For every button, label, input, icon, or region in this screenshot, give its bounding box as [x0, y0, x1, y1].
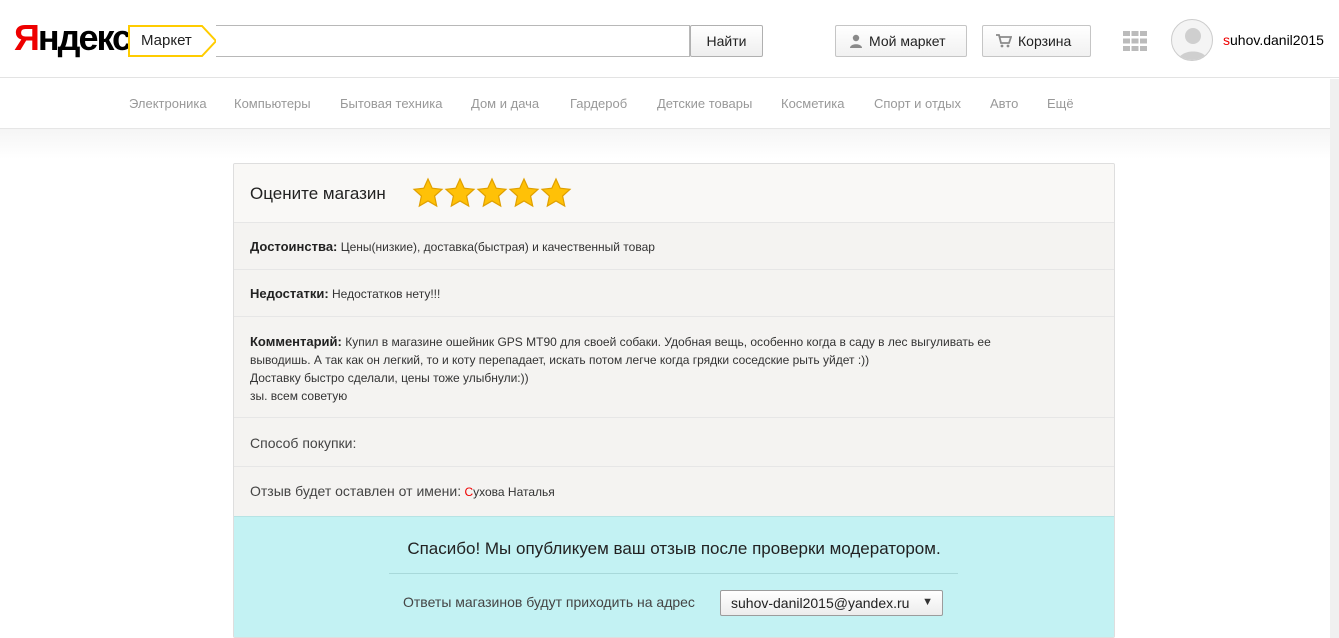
email-value: suhov-danil2015@yandex.ru [731, 595, 910, 611]
nav-item-cosmetics[interactable]: Косметика [781, 96, 844, 111]
nav-item-wardrobe[interactable]: Гардероб [570, 96, 627, 111]
email-select[interactable]: suhov-danil2015@yandex.ru ▼ [720, 590, 943, 616]
cart-icon [996, 34, 1012, 48]
star-icon[interactable] [540, 177, 572, 209]
star-icon[interactable] [508, 177, 540, 209]
cons-label: Недостатки: [250, 286, 329, 301]
cart-button[interactable]: Корзина [982, 25, 1091, 57]
dropdown-arrow-icon: ▼ [922, 596, 933, 608]
nav-item-more[interactable]: Ещё [1047, 96, 1074, 111]
nav-item-computers[interactable]: Компьютеры [234, 96, 311, 111]
author-row: Отзыв будет оставлен от имени: Сухова На… [234, 466, 1114, 516]
nav-item-appliances[interactable]: Бытовая техника [340, 96, 442, 111]
comment-line: Купил в магазине ошейник GPS MT90 для св… [345, 335, 991, 349]
review-card: Оцените магазин Достоинства: Цены(низкие… [233, 163, 1115, 638]
cart-label: Корзина [1018, 33, 1072, 49]
rate-label: Оцените магазин [250, 184, 386, 203]
comment-line: выводишь. А так как он легкий, то и коту… [250, 353, 870, 367]
pros-text: Цены(низкие), доставка(быстрая) и качест… [340, 240, 655, 254]
star-icon[interactable] [412, 177, 444, 209]
thanks-title: Спасибо! Мы опубликуем ваш отзыв после п… [407, 539, 941, 558]
thanks-panel: Спасибо! Мы опубликуем ваш отзыв после п… [234, 516, 1114, 637]
comment-line: зы. всем советую [250, 389, 348, 403]
comment-row: Комментарий: Купил в магазине ошейник GP… [234, 316, 1114, 417]
username-link[interactable]: suhov.danil2015 [1223, 32, 1324, 48]
pros-row: Достоинства: Цены(низкие), доставка(быст… [234, 222, 1114, 269]
rating-row: Оцените магазин [234, 164, 1114, 222]
cons-text: Недостатков нету!!! [332, 287, 441, 301]
nav-item-sport[interactable]: Спорт и отдых [874, 96, 961, 111]
search-input[interactable] [216, 25, 690, 57]
rating-stars[interactable] [412, 177, 572, 209]
address-label: Ответы магазинов будут приходить на адре… [403, 594, 695, 610]
nav-item-kids[interactable]: Детские товары [657, 96, 752, 111]
author-label: Отзыв будет оставлен от имени: [250, 483, 462, 499]
star-icon[interactable] [444, 177, 476, 209]
author-name[interactable]: Сухова Наталья [464, 485, 554, 499]
comment-line: Доставку быстро сделали, цены тоже улыбн… [250, 371, 529, 385]
cons-row: Недостатки: Недостатков нету!!! [234, 269, 1114, 316]
search-bar: Маркет Найти [128, 25, 763, 57]
search-tab-label[interactable]: Маркет [141, 32, 192, 49]
avatar[interactable] [1171, 19, 1213, 61]
scrollbar[interactable] [1330, 79, 1339, 638]
apps-grid-icon[interactable] [1123, 31, 1147, 51]
purchase-method-label: Способ покупки: [250, 435, 357, 451]
comment-label: Комментарий: [250, 334, 342, 349]
star-icon[interactable] [476, 177, 508, 209]
nav-item-electronics[interactable]: Электроника [129, 96, 207, 111]
user-icon [850, 34, 862, 48]
my-market-button[interactable]: Мой маркет [835, 25, 967, 57]
nav-item-auto[interactable]: Авто [990, 96, 1018, 111]
nav-item-home-garden[interactable]: Дом и дача [471, 96, 539, 111]
purchase-method-row: Способ покупки: [234, 417, 1114, 466]
category-nav: Электроника Компьютеры Бытовая техника Д… [0, 79, 1339, 129]
avatar-icon [1178, 28, 1208, 60]
my-market-label: Мой маркет [869, 33, 946, 49]
comment-text: Комментарий: Купил в магазине ошейник GP… [250, 333, 1090, 405]
thanks-divider [389, 573, 958, 574]
search-button[interactable]: Найти [690, 25, 763, 57]
yandex-logo[interactable]: Яндекс [14, 18, 132, 58]
header: Яндекс Маркет Найти Мой маркет Корзина s… [0, 0, 1339, 78]
pros-label: Достоинства: [250, 239, 338, 254]
